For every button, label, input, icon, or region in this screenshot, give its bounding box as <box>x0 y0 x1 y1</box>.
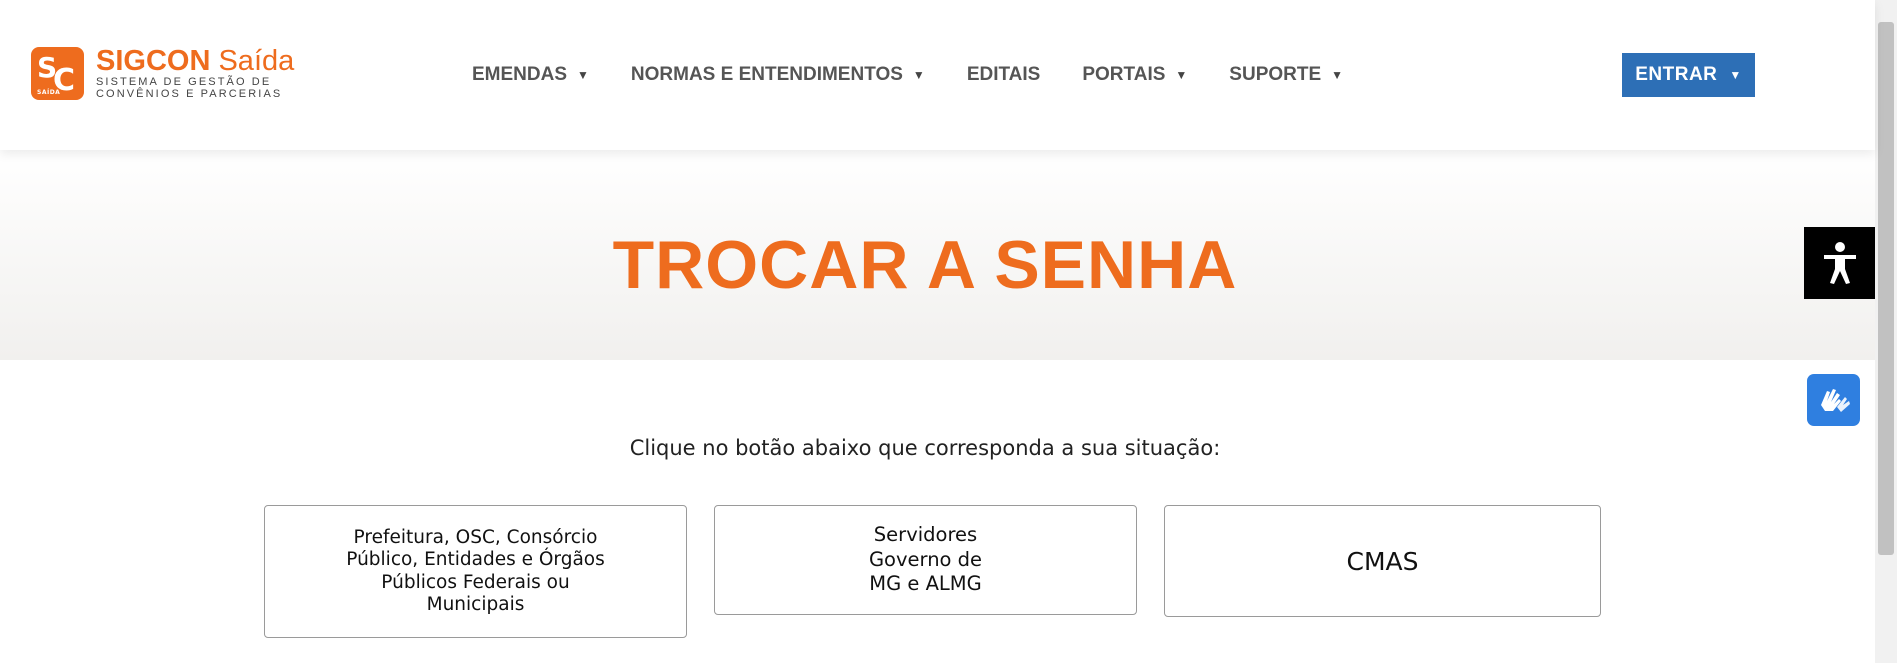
accessibility-icon <box>1823 242 1856 284</box>
choice-button-servidores[interactable]: Servidores Governo de MG e ALMG <box>714 505 1137 615</box>
main-nav: EMENDAS ▼ NORMAS E ENTENDIMENTOS ▼ EDITA… <box>472 64 1385 86</box>
nav-item-suporte[interactable]: SUPORTE ▼ <box>1229 64 1343 86</box>
caret-down-icon: ▼ <box>577 68 589 82</box>
logo-subtitle-line2: Convênios e Parcerias <box>96 88 283 100</box>
nav-item-portais[interactable]: PORTAIS ▼ <box>1082 64 1187 86</box>
instruction-text: Clique no botão abaixo que corresponda a… <box>629 436 1221 460</box>
logo-mark-tag: SAÍDA <box>37 88 61 96</box>
nav-item-label: SUPORTE <box>1229 64 1322 85</box>
logo-subtitle-line1: Sistema de Gestão de <box>96 76 272 88</box>
hero-banner: TROCAR A SENHA <box>0 150 1875 360</box>
logo-title: SIGCON Saída <box>96 46 294 76</box>
enter-button[interactable]: ENTRAR ▼ <box>1622 53 1755 97</box>
nav-item-label: NORMAS E ENTENDIMENTOS <box>630 64 903 85</box>
sigcon-logo-mark: S C SAÍDA <box>31 46 84 100</box>
caret-down-icon: ▼ <box>912 68 925 82</box>
logo-text: SIGCON Saída Sistema de Gestão de Convên… <box>96 46 294 100</box>
choice-button-cmas[interactable]: CMAS <box>1164 505 1601 617</box>
sign-language-button[interactable] <box>1807 374 1860 426</box>
nav-item-emendas[interactable]: EMENDAS ▼ <box>472 64 589 86</box>
caret-down-icon: ▼ <box>1331 68 1344 82</box>
logo-title-bold: SIGCON <box>96 45 211 77</box>
scrollbar-thumb[interactable] <box>1878 22 1894 555</box>
nav-item-label: EMENDAS <box>472 64 568 85</box>
caret-down-icon: ▼ <box>1729 68 1742 82</box>
page-title: TROCAR A SENHA <box>612 227 1238 303</box>
nav-item-editais[interactable]: EDITAIS <box>967 64 1041 86</box>
page-scrollbar[interactable] <box>1875 0 1897 663</box>
accessibility-button[interactable] <box>1804 227 1875 299</box>
sigcon-logo[interactable]: S C SAÍDA SIGCON Saída Sistema de Gestão… <box>31 46 294 100</box>
choice-button-prefeitura-osc[interactable]: Prefeitura, OSC, Consórcio Público, Enti… <box>264 505 687 638</box>
sign-language-icon <box>1820 389 1850 412</box>
nav-item-label: PORTAIS <box>1082 64 1166 85</box>
enter-button-label: ENTRAR <box>1635 64 1718 85</box>
logo-title-light: Saída <box>218 45 295 77</box>
caret-down-icon: ▼ <box>1175 68 1188 82</box>
nav-item-label: EDITAIS <box>966 64 1041 85</box>
nav-item-normas[interactable]: NORMAS E ENTENDIMENTOS ▼ <box>631 64 925 86</box>
site-header: S C SAÍDA SIGCON Saída Sistema de Gestão… <box>0 0 1875 150</box>
